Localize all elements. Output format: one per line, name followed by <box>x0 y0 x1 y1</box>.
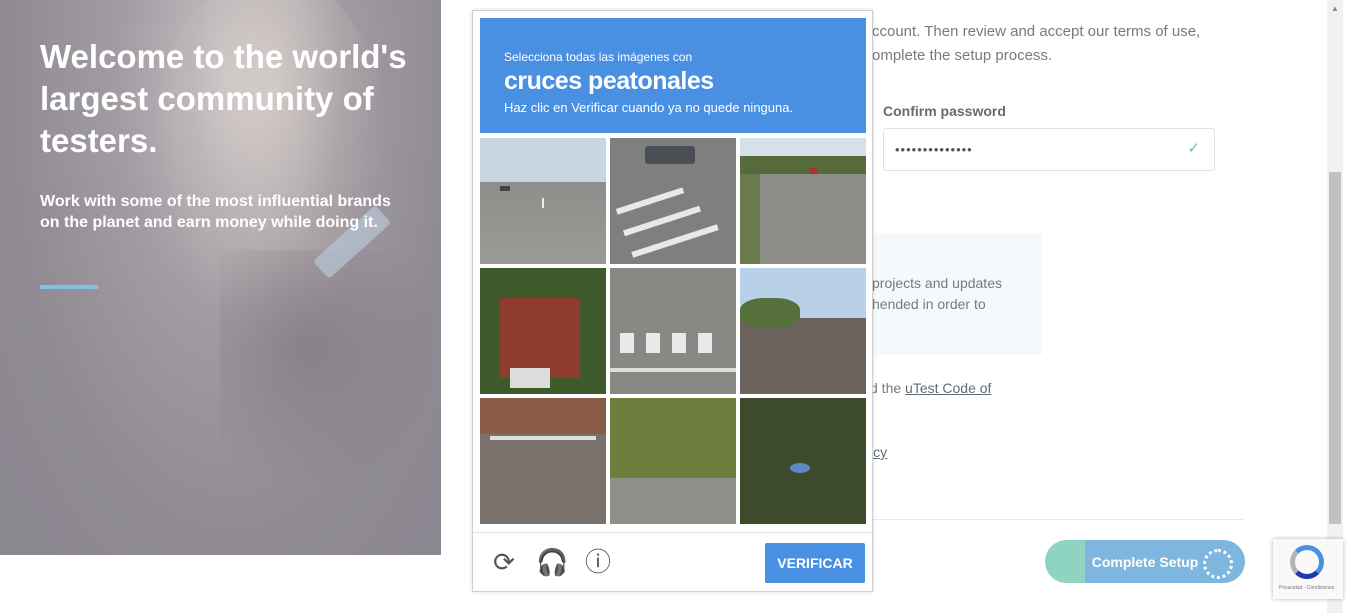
captcha-instruction-small: Selecciona todas las imágenes con <box>504 50 693 64</box>
scrollbar-thumb[interactable] <box>1329 172 1341 524</box>
complete-setup-button[interactable]: Complete Setup <box>1045 540 1245 583</box>
captcha-dialog: Selecciona todas las imágenes con cruces… <box>472 10 873 592</box>
confirm-password-label: Confirm password <box>883 103 1006 119</box>
hero-title: Welcome to the world's largest community… <box>40 38 407 159</box>
scrollbar[interactable]: ▲ <box>1327 0 1343 613</box>
captcha-footer-divider <box>473 532 872 533</box>
recaptcha-badge-text: Privacidad - Condiciones <box>1279 585 1335 591</box>
hero-accent-line <box>40 285 98 289</box>
code-prefix: d the <box>870 380 906 396</box>
captcha-tile-7[interactable] <box>480 398 606 524</box>
captcha-tile-9[interactable] <box>740 398 866 524</box>
divider <box>866 519 1244 520</box>
verify-button[interactable]: VERIFICAR <box>765 543 865 583</box>
notice-box: projects and updates hended in order to <box>866 233 1042 355</box>
confirm-password-value: •••••••••••••• <box>895 142 973 157</box>
intro-text: ccount. Then review and accept our terms… <box>872 23 1201 64</box>
captcha-image-grid <box>480 138 868 526</box>
info-icon[interactable]: ⓘ <box>583 547 613 577</box>
notice-line-2: hended in order to <box>872 296 986 312</box>
hero-subtitle: Work with some of the most influential b… <box>40 193 391 231</box>
recaptcha-logo-icon <box>1290 545 1324 579</box>
captcha-tile-8[interactable] <box>610 398 736 524</box>
captcha-tile-1[interactable] <box>480 138 606 264</box>
complete-setup-label: Complete Setup <box>1091 553 1199 570</box>
hero-panel: Welcome to the world's largest community… <box>0 0 441 555</box>
captcha-target: cruces peatonales <box>504 67 714 95</box>
captcha-tile-3[interactable] <box>740 138 866 264</box>
check-icon: ✓ <box>1187 140 1200 157</box>
notice-line-1: projects and updates <box>872 275 1002 291</box>
captcha-tile-4[interactable] <box>480 268 606 394</box>
loading-spinner-icon <box>1203 549 1233 579</box>
hero-photo-shadow <box>220 250 440 490</box>
captcha-tile-5[interactable] <box>610 268 736 394</box>
code-of-conduct-line: d the uTest Code of <box>870 380 991 396</box>
captcha-header: Selecciona todas las imágenes con cruces… <box>480 18 866 133</box>
recaptcha-badge[interactable]: Privacidad - Condiciones <box>1273 539 1343 599</box>
reload-icon[interactable]: ⟳ <box>489 547 519 577</box>
captcha-instruction-sub: Haz clic en Verificar cuando ya no quede… <box>504 100 794 115</box>
headphones-icon[interactable]: 🎧 <box>536 547 568 577</box>
confirm-password-field[interactable]: •••••••••••••• ✓ <box>883 128 1215 171</box>
captcha-tile-6[interactable] <box>740 268 866 394</box>
scroll-up-icon[interactable]: ▲ <box>1331 4 1339 13</box>
captcha-tile-2[interactable] <box>610 138 736 264</box>
code-of-conduct-link[interactable]: uTest Code of <box>905 380 991 396</box>
